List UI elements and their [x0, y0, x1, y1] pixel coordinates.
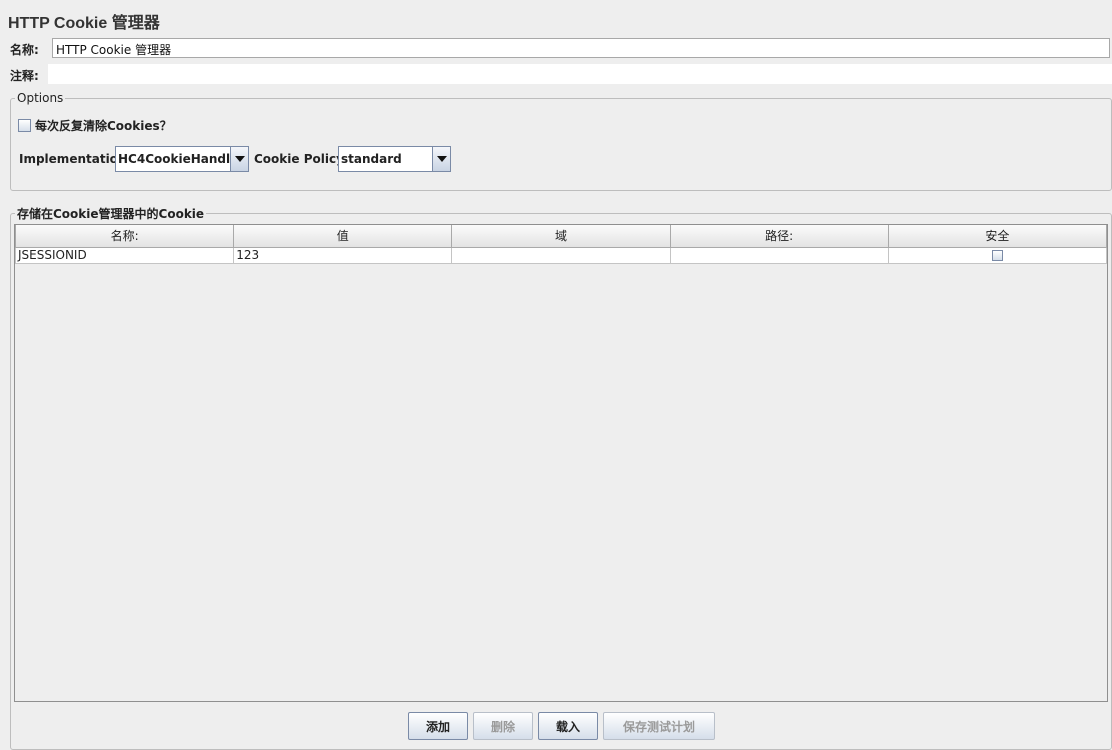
table-row[interactable]: JSESSIONID 123 [14, 246, 1108, 264]
cookie-name-cell[interactable]: JSESSIONID [14, 246, 235, 264]
implementation-value: HC4CookieHandler [118, 152, 230, 166]
options-legend: Options [17, 91, 64, 105]
cookie-policy-label: Cookie Policy: [254, 152, 349, 166]
comment-input[interactable] [48, 64, 1112, 84]
save-test-plan-button[interactable]: 保存测试计划 [603, 712, 715, 740]
options-group: Options [10, 91, 1112, 191]
delete-button[interactable]: 删除 [473, 712, 533, 740]
comment-label: 注释: [10, 69, 39, 83]
add-button[interactable]: 添加 [408, 712, 468, 740]
stored-cookies-legend: 存储在Cookie管理器中的Cookie [17, 207, 205, 221]
cookie-value-cell[interactable]: 123 [233, 246, 453, 264]
column-header-domain[interactable]: 域 [451, 225, 671, 248]
cookie-path-cell[interactable] [669, 246, 889, 264]
implementation-select[interactable]: HC4CookieHandler [115, 146, 249, 172]
column-header-name[interactable]: 名称: [14, 225, 235, 248]
cookie-secure-cell[interactable] [887, 246, 1108, 264]
clear-cookies-label: 每次反复清除Cookies？ [35, 119, 172, 133]
name-label: 名称: [10, 43, 39, 57]
secure-checkbox[interactable] [991, 250, 1003, 261]
clear-cookies-option[interactable]: 每次反复清除Cookies？ [18, 117, 172, 134]
column-header-path[interactable]: 路径: [669, 225, 889, 248]
clear-cookies-checkbox[interactable] [18, 119, 31, 132]
cookie-policy-select[interactable]: standard [338, 146, 451, 172]
cookie-policy-value: standard [341, 152, 402, 166]
chevron-down-icon[interactable] [230, 147, 248, 171]
cookie-table[interactable]: 名称: 值 域 路径: 安全 JSESSIONID 123 [14, 224, 1108, 702]
load-button[interactable]: 载入 [538, 712, 598, 740]
name-input[interactable]: HTTP Cookie 管理器 [52, 38, 1110, 58]
chevron-down-icon[interactable] [432, 147, 450, 171]
column-header-secure[interactable]: 安全 [887, 225, 1108, 248]
table-header-row: 名称: 值 域 路径: 安全 [14, 225, 1108, 248]
column-header-value[interactable]: 值 [233, 225, 453, 248]
page-title: HTTP Cookie 管理器 [8, 15, 160, 32]
cookie-domain-cell[interactable] [451, 246, 671, 264]
